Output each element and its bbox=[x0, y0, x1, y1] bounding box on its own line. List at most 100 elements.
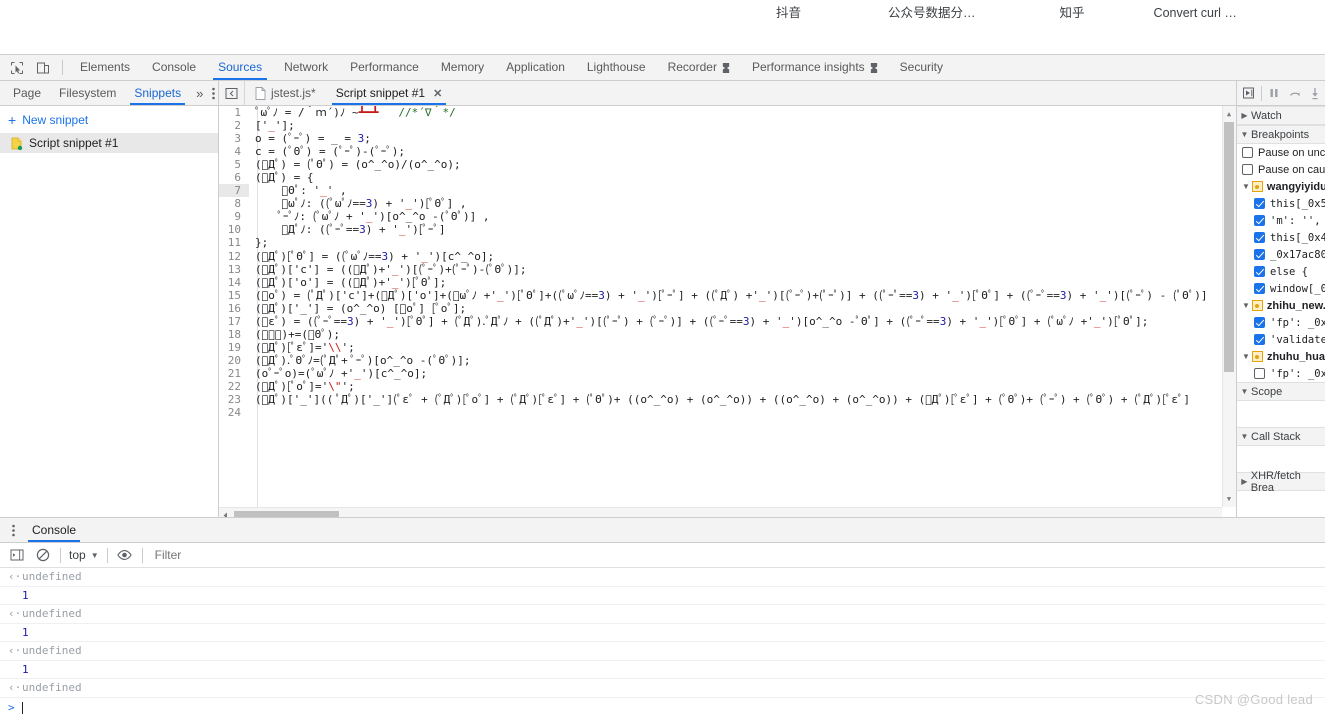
scroll-down-arrow-icon[interactable]: ▼ bbox=[1224, 493, 1234, 505]
clear-console-icon[interactable] bbox=[30, 543, 56, 567]
checkbox[interactable] bbox=[1242, 147, 1253, 158]
line-number[interactable]: 22 bbox=[219, 380, 249, 393]
line-number[interactable]: 18 bbox=[219, 328, 249, 341]
section-scope[interactable]: ▼Scope bbox=[1237, 382, 1325, 401]
nav-tab-filesystem[interactable]: Filesystem bbox=[50, 81, 125, 105]
code-line[interactable]: 24 bbox=[219, 406, 1236, 419]
line-number[interactable]: 19 bbox=[219, 341, 249, 354]
tab-sources[interactable]: Sources bbox=[207, 55, 273, 80]
pause-option-row[interactable]: Pause on unca bbox=[1237, 144, 1325, 161]
code-line[interactable]: 5(ﾟДﾟ) = (ﾟΘﾟ) = (o^_^o)/(o^_^o); bbox=[219, 158, 1236, 171]
line-number[interactable]: 11 bbox=[219, 236, 249, 249]
section-breakpoints[interactable]: ▼Breakpoints bbox=[1237, 125, 1325, 144]
line-number[interactable]: 17 bbox=[219, 315, 249, 328]
line-number[interactable]: 13 bbox=[219, 263, 249, 276]
bookmark-item-zhihu[interactable]: 知乎 bbox=[1054, 2, 1091, 24]
editor-vertical-scrollbar[interactable]: ▲ ▼ bbox=[1222, 106, 1236, 507]
step-into-icon[interactable] bbox=[1305, 81, 1325, 105]
breakpoint-row[interactable]: else { bbox=[1237, 263, 1325, 280]
checkbox[interactable] bbox=[1254, 283, 1265, 294]
code-line[interactable]: 17(ﾟεﾟ) = ((ﾟｰﾟ==3) + '_')[ﾟΘﾟ] + (ﾟДﾟ).… bbox=[219, 315, 1236, 328]
code-line[interactable]: 21(oﾟｰﾟo)=(ﾟωﾟﾉ +'_')[c^_^o]; bbox=[219, 367, 1236, 380]
code-line[interactable]: 22(ﾟДﾟ)[ﾟoﾟ]='\"'; bbox=[219, 380, 1236, 393]
pause-script-icon[interactable] bbox=[1264, 81, 1284, 105]
vertical-scroll-thumb[interactable] bbox=[1224, 122, 1234, 372]
live-expression-eye-icon[interactable] bbox=[112, 543, 138, 567]
breakpoint-row[interactable]: this[_0x5 bbox=[1237, 195, 1325, 212]
code-line[interactable]: 23(ﾟДﾟ)['_'](( ﾟДﾟ)['_'](ﾟεﾟ + (ﾟДﾟ)[ﾟoﾟ… bbox=[219, 393, 1236, 406]
close-icon[interactable]: ✕ bbox=[433, 87, 442, 100]
line-number[interactable]: 5 bbox=[219, 158, 249, 171]
checkbox[interactable] bbox=[1254, 198, 1265, 209]
chevron-double-right-icon[interactable]: » bbox=[190, 86, 209, 101]
line-number[interactable]: 9 bbox=[219, 210, 249, 223]
code-line[interactable]: 16(ﾟДﾟ)['_'] = (o^_^o) [ﾟoﾟ] [ﾟoﾟ]; bbox=[219, 302, 1236, 315]
line-number[interactable]: 15 bbox=[219, 289, 249, 302]
breakpoint-row[interactable]: _0x17ac80 bbox=[1237, 246, 1325, 263]
tab-network[interactable]: Network bbox=[273, 55, 339, 80]
line-number[interactable]: 7 bbox=[219, 184, 249, 197]
step-over-icon[interactable] bbox=[1284, 81, 1304, 105]
nav-tab-page[interactable]: Page bbox=[4, 81, 50, 105]
line-number[interactable]: 6 bbox=[219, 171, 249, 184]
breakpoint-row[interactable]: 'm': '', bbox=[1237, 212, 1325, 229]
device-toolbar-icon[interactable] bbox=[30, 56, 56, 80]
code-line[interactable]: 19(ﾟДﾟ)[ﾟεﾟ]='\\'; bbox=[219, 341, 1236, 354]
editor-tab-script-snippet[interactable]: Script snippet #1 ✕ bbox=[326, 81, 453, 105]
breakpoint-row[interactable]: 'validate bbox=[1237, 331, 1325, 348]
pause-option-row[interactable]: Pause on caug bbox=[1237, 161, 1325, 178]
line-number[interactable]: 12 bbox=[219, 250, 249, 263]
breakpoint-row[interactable]: this[_0x4 bbox=[1237, 229, 1325, 246]
collapse-sidebar-icon[interactable] bbox=[219, 81, 245, 106]
code-line[interactable]: 10 ﾟДﾟﾉ: ((ﾟｰﾟ==3) + '_')[ﾟｰﾟ] bbox=[219, 223, 1236, 236]
code-line[interactable]: 12(ﾟДﾟ)[ﾟΘﾟ] = ((ﾟωﾟﾉ==3) + '_')[c^_^o]; bbox=[219, 250, 1236, 263]
tab-recorder[interactable]: Recorder bbox=[657, 55, 741, 80]
scroll-up-arrow-icon[interactable]: ▲ bbox=[1224, 108, 1234, 120]
bookmark-item-gongzhonghao[interactable]: 公众号数据分… bbox=[882, 2, 982, 24]
new-snippet-button[interactable]: + New snippet bbox=[0, 110, 218, 130]
tab-console[interactable]: Console bbox=[141, 55, 207, 80]
code-line[interactable]: 7 ﾟΘﾟ: '_' , bbox=[219, 184, 1236, 197]
bookmark-item-convert-curl[interactable]: Convert curl … bbox=[1148, 2, 1243, 24]
tab-performance[interactable]: Performance bbox=[339, 55, 430, 80]
console-sidebar-icon[interactable] bbox=[4, 543, 30, 567]
drawer-menu-vertical-dots-icon[interactable] bbox=[4, 524, 22, 537]
line-number[interactable]: 1 bbox=[219, 106, 249, 119]
code-editor[interactable]: 1ﾟωﾟﾉ = /｀ｍ´)ﾉ ~┻━┻ //*´∇｀*/2['_'];3o = … bbox=[219, 106, 1236, 522]
breakpoint-row[interactable]: 'fp': _0x bbox=[1237, 365, 1325, 382]
line-number[interactable]: 3 bbox=[219, 132, 249, 145]
line-number[interactable]: 21 bbox=[219, 367, 249, 380]
line-number[interactable]: 20 bbox=[219, 354, 249, 367]
code-line[interactable]: 3o = (ﾟｰﾟ) = _ = 3; bbox=[219, 132, 1236, 145]
code-line[interactable]: 4c = (ﾟΘﾟ) = (ﾟｰﾟ)-(ﾟｰﾟ); bbox=[219, 145, 1236, 158]
editor-tab-jstest[interactable]: jstest.js* bbox=[245, 81, 326, 105]
line-number[interactable]: 10 bbox=[219, 223, 249, 236]
tab-elements[interactable]: Elements bbox=[69, 55, 141, 80]
resume-script-icon[interactable] bbox=[1239, 81, 1259, 105]
list-item[interactable]: Script snippet #1 bbox=[0, 133, 218, 153]
section-call-stack[interactable]: ▼Call Stack bbox=[1237, 427, 1325, 446]
section-watch[interactable]: ▶Watch bbox=[1237, 106, 1325, 125]
checkbox[interactable] bbox=[1254, 249, 1265, 260]
bookmark-item-douyin[interactable]: 抖音 bbox=[770, 2, 807, 24]
line-number[interactable]: 8 bbox=[219, 197, 249, 210]
tab-performance-insights[interactable]: Performance insights bbox=[741, 55, 889, 80]
line-number[interactable]: 14 bbox=[219, 276, 249, 289]
line-number[interactable]: 24 bbox=[219, 406, 249, 419]
code-line[interactable]: 20(ﾟДﾟ).ﾟΘﾟﾉ=(ﾟДﾟ+ ﾟｰﾟ)[o^_^o -(ﾟΘﾟ)]; bbox=[219, 354, 1236, 367]
checkbox[interactable] bbox=[1254, 317, 1265, 328]
code-line[interactable]: 14(ﾟДﾟ)['o'] = ((ﾟДﾟ)+'_')[ﾟΘﾟ]; bbox=[219, 276, 1236, 289]
checkbox[interactable] bbox=[1254, 368, 1265, 379]
code-line[interactable]: 18(ﾟｰﾟ)+=(ﾟΘﾟ); bbox=[219, 328, 1236, 341]
breakpoint-file-group[interactable]: ▼zhuhu_hua bbox=[1237, 348, 1325, 365]
code-line[interactable]: 13(ﾟДﾟ)['c'] = ((ﾟДﾟ)+'_')[(ﾟｰﾟ)+(ﾟｰﾟ)-(… bbox=[219, 263, 1236, 276]
code-line[interactable]: 6(ﾟДﾟ) = { bbox=[219, 171, 1236, 184]
code-line[interactable]: 15(ﾟoﾟ) = (ﾟДﾟ)['c']+(ﾟДﾟ)['o']+(ﾟωﾟﾉ +'… bbox=[219, 289, 1236, 302]
checkbox[interactable] bbox=[1242, 164, 1253, 175]
tab-application[interactable]: Application bbox=[495, 55, 576, 80]
breakpoint-file-group[interactable]: ▼wangyiyidu bbox=[1237, 178, 1325, 195]
code-line[interactable]: 2['_']; bbox=[219, 119, 1236, 132]
line-number[interactable]: 4 bbox=[219, 145, 249, 158]
console-prompt[interactable]: > bbox=[0, 698, 1325, 715]
checkbox[interactable] bbox=[1254, 232, 1265, 243]
